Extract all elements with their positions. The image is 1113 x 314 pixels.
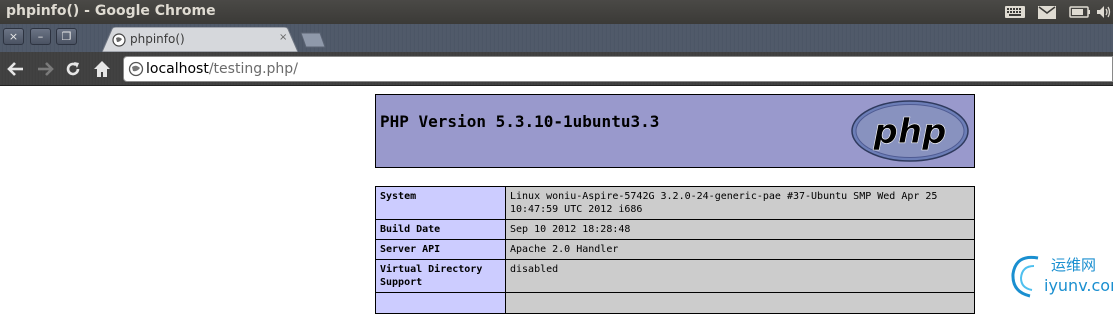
- php-version-header: PHP Version 5.3.10-1ubuntu3.3 php: [375, 94, 975, 168]
- url-host: localhost: [146, 61, 209, 77]
- php-logo[interactable]: php: [850, 99, 970, 167]
- url-text: localhost/testing.php/: [146, 61, 298, 77]
- tab-close-icon[interactable]: ×: [279, 32, 287, 43]
- reload-icon: [66, 62, 80, 76]
- info-row-label: [375, 292, 506, 314]
- info-row-value: Sep 10 2012 18:28:48: [505, 219, 975, 240]
- restore-window-button[interactable]: ❐: [56, 28, 77, 45]
- watermark-swirl-icon: [1011, 255, 1039, 298]
- back-arrow-icon: [7, 62, 23, 76]
- info-row: Server API Apache 2.0 Handler: [375, 239, 975, 260]
- page-content: PHP Version 5.3.10-1ubuntu3.3 php System…: [0, 86, 1113, 314]
- restore-icon: ❐: [61, 30, 72, 43]
- battery-icon[interactable]: [1068, 3, 1092, 21]
- home-icon: [94, 61, 110, 77]
- info-row: [375, 292, 975, 314]
- tab-phpinfo[interactable]: phpinfo() ×: [102, 27, 298, 52]
- address-bar[interactable]: localhost/testing.php/: [123, 56, 1113, 82]
- info-row-value: Linux woniu-Aspire-5742G 3.2.0-24-generi…: [505, 186, 975, 220]
- php-logo-text: php: [873, 112, 947, 152]
- reload-button[interactable]: [63, 59, 83, 79]
- info-row: System Linux woniu-Aspire-5742G 3.2.0-24-…: [375, 186, 975, 220]
- tab-label: phpinfo(): [130, 32, 185, 46]
- info-row-label: Virtual Directory Support: [375, 259, 506, 293]
- info-row: Build Date Sep 10 2012 18:28:48: [375, 219, 975, 240]
- browser-toolbar: localhost/testing.php/: [0, 52, 1113, 86]
- window-titlebar: phpinfo() - Google Chrome: [0, 0, 1113, 24]
- mail-icon[interactable]: [1036, 3, 1058, 21]
- page-favicon-icon: [112, 32, 126, 51]
- back-button[interactable]: [6, 59, 26, 79]
- php-info-table: System Linux woniu-Aspire-5742G 3.2.0-24-…: [375, 186, 975, 314]
- tab-strip: × – ❐ phpinfo() ×: [0, 24, 1113, 52]
- watermark-en-text: iyunv.com: [1044, 276, 1113, 295]
- info-row-value: Apache 2.0 Handler: [505, 239, 975, 260]
- watermark-logo: 运维网 iyunv.com: [1008, 252, 1113, 299]
- close-icon: ×: [8, 30, 19, 43]
- minimize-window-button[interactable]: –: [30, 28, 51, 45]
- forward-button[interactable]: [35, 59, 55, 79]
- url-path: /testing.php/: [208, 61, 298, 77]
- new-tab-button[interactable]: [300, 32, 326, 52]
- forward-arrow-icon: [38, 62, 54, 76]
- info-row-label: System: [375, 186, 506, 220]
- volume-icon[interactable]: [1096, 3, 1112, 21]
- info-row-value: [505, 292, 975, 314]
- info-row-label: Build Date: [375, 219, 506, 240]
- globe-icon: [128, 61, 144, 81]
- info-row-label: Server API: [375, 239, 506, 260]
- keyboard-icon[interactable]: [1003, 3, 1027, 21]
- php-version-title: PHP Version 5.3.10-1ubuntu3.3: [380, 112, 660, 131]
- watermark-cn-text: 运维网: [1051, 256, 1097, 274]
- window-title: phpinfo() - Google Chrome: [6, 3, 216, 19]
- close-window-button[interactable]: ×: [3, 28, 24, 45]
- minimize-icon: –: [37, 30, 44, 43]
- info-row: Virtual Directory Support disabled: [375, 259, 975, 293]
- home-button[interactable]: [92, 59, 112, 79]
- info-row-value: disabled: [505, 259, 975, 293]
